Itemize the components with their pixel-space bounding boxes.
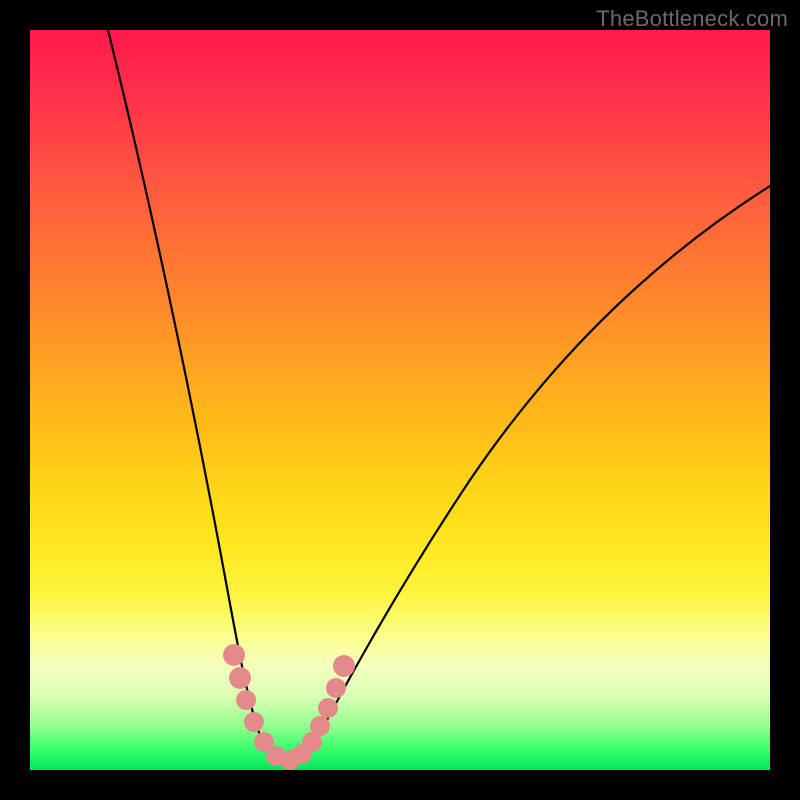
marker-dot [244, 712, 264, 732]
chart-frame: TheBottleneck.com [0, 0, 800, 800]
marker-dot [333, 655, 355, 677]
marker-dot [236, 690, 256, 710]
marker-dot [318, 698, 338, 718]
marker-dot [223, 644, 245, 666]
marker-dot [229, 667, 251, 689]
marker-dot [326, 678, 346, 698]
watermark-text: TheBottleneck.com [596, 6, 788, 32]
plot-area [30, 30, 770, 770]
bottleneck-curve [108, 30, 770, 762]
curve-layer [30, 30, 770, 770]
marker-dots [223, 644, 355, 770]
marker-dot [310, 716, 330, 736]
